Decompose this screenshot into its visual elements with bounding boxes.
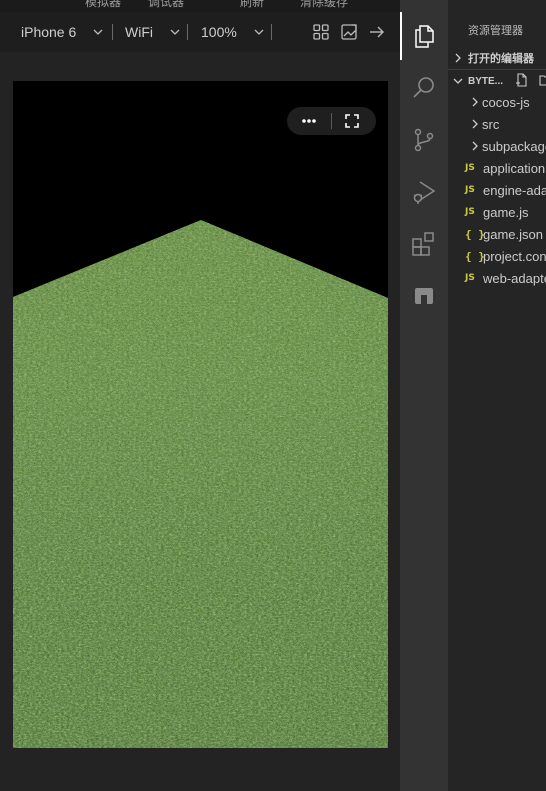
device-select[interactable]: iPhone 6 (21, 12, 76, 52)
more-dots-icon[interactable] (299, 107, 319, 135)
menu-refresh[interactable]: 刷新 (240, 0, 264, 10)
chevron-down-icon[interactable] (254, 12, 264, 52)
tree-item-label: game.js (483, 204, 529, 220)
search-icon[interactable] (410, 74, 438, 102)
tree-item-label: src (482, 116, 500, 132)
chevron-right-icon (448, 119, 482, 129)
chevron-right-icon (448, 53, 468, 63)
tree-item-label: project.config.json (483, 248, 546, 264)
new-folder-icon[interactable] (539, 73, 546, 90)
js-file-icon: JS (465, 273, 475, 283)
project-section[interactable]: BYTE... (448, 69, 546, 92)
explorer-panel: 资源管理器 打开的编辑器 BYTE... cocos-js src subpac… (448, 0, 546, 791)
run-debug-icon[interactable] (410, 178, 438, 206)
grass-highlights (13, 220, 388, 748)
open-editors-label: 打开的编辑器 (468, 53, 534, 65)
tree-file-application-js[interactable]: JS application.js (448, 157, 546, 179)
project-name: BYTE... (468, 75, 504, 87)
json-file-icon: { } (465, 227, 485, 241)
tree-item-label: game.json (483, 226, 543, 242)
tree-item-label: subpackages (482, 138, 546, 154)
fullscreen-icon[interactable] (343, 112, 361, 130)
chevron-down-icon[interactable] (170, 12, 180, 52)
chevron-down-icon (448, 76, 468, 86)
tree-item-label: application.js (483, 160, 546, 176)
phone-screen[interactable] (13, 81, 388, 748)
tree-file-web-adapter-js[interactable]: JS web-adapter.js (448, 267, 546, 289)
explorer-title: 资源管理器 (468, 25, 523, 37)
chevron-right-icon (448, 97, 482, 107)
network-select[interactable]: WiFi (125, 12, 153, 52)
source-control-icon[interactable] (410, 126, 438, 154)
capsule-divider (331, 113, 332, 129)
chevron-right-icon (448, 141, 482, 151)
bookmark-icon[interactable] (410, 282, 438, 310)
chevron-down-icon[interactable] (93, 12, 103, 52)
menu-debugger[interactable]: 调试器 (148, 0, 184, 10)
new-file-icon[interactable] (515, 72, 529, 90)
tree-file-game-json[interactable]: { } game.json (448, 223, 546, 245)
tree-file-project-config-json[interactable]: { } project.config.json (448, 245, 546, 267)
js-file-icon: JS (465, 163, 475, 173)
simulator-menu-strip: 模拟器 调试器 刷新 清除缓存 (0, 0, 400, 12)
tree-folder-src[interactable]: src (448, 113, 546, 135)
toolbar-divider (271, 24, 272, 40)
simulator-toolbar: iPhone 6 WiFi 100% (0, 12, 400, 52)
arrow-right-icon[interactable] (368, 23, 386, 41)
active-indicator (400, 12, 402, 60)
menu-simulator[interactable]: 模拟器 (85, 0, 121, 10)
activity-bar (400, 0, 448, 791)
tree-item-label: cocos-js (482, 94, 530, 110)
mini-program-capsule (287, 107, 376, 135)
tree-folder-subpackages[interactable]: subpackages (448, 135, 546, 157)
zoom-select[interactable]: 100% (201, 12, 237, 52)
grass-scene (13, 220, 388, 748)
files-icon[interactable] (410, 22, 438, 50)
open-editors-section[interactable]: 打开的编辑器 (448, 47, 546, 69)
tree-item-label: web-adapter.js (483, 270, 546, 286)
extensions-icon[interactable] (410, 230, 438, 258)
json-file-icon: { } (465, 249, 485, 263)
tree-item-label: engine-adapter.js (483, 182, 546, 198)
menu-clear-cache[interactable]: 清除缓存 (300, 0, 348, 10)
tree-folder-cocos-js[interactable]: cocos-js (448, 91, 546, 113)
js-file-icon: JS (465, 207, 475, 217)
js-file-icon: JS (465, 185, 475, 195)
grid-icon[interactable] (312, 23, 330, 41)
tree-file-engine-adapter-js[interactable]: JS engine-adapter.js (448, 179, 546, 201)
toolbar-divider (112, 24, 113, 40)
toolbar-divider (187, 24, 188, 40)
image-icon[interactable] (340, 23, 358, 41)
tree-file-game-js[interactable]: JS game.js (448, 201, 546, 223)
